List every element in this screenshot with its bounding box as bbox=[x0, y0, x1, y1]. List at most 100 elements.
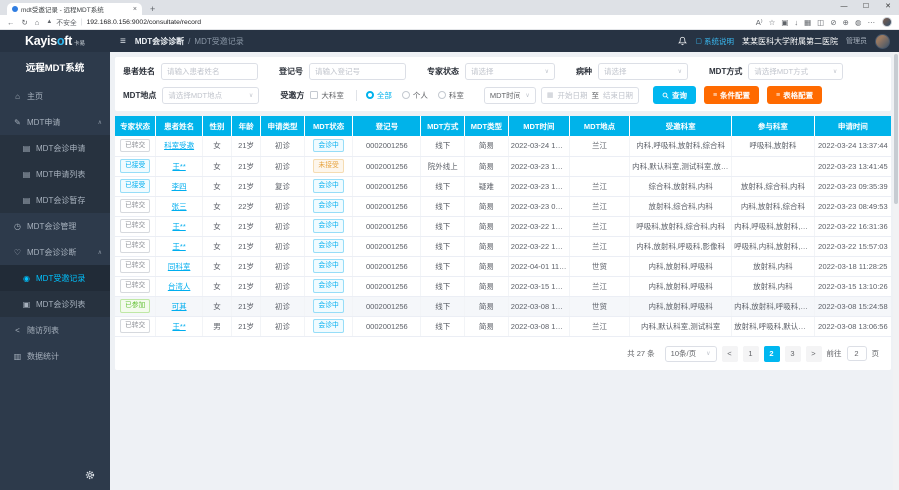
patient-name-link[interactable]: 王** bbox=[172, 322, 185, 331]
disease-label: 病种 bbox=[576, 66, 592, 77]
goto-page-input[interactable] bbox=[847, 346, 867, 361]
sidebar-item-home[interactable]: ⌂主页 bbox=[0, 83, 110, 109]
sidebar-item-mdt-apply[interactable]: ✎MDT申请∧ bbox=[0, 109, 110, 135]
table-row[interactable]: 已接受王**女21岁初诊未接受0002001256院外线上简易2022-03-2… bbox=[115, 156, 891, 176]
sidebar-item-mdt-consult-apply[interactable]: ▤MDT会诊申请 bbox=[0, 135, 110, 161]
table-row[interactable]: 已转交王**女21岁初诊会诊中0002001256线下简易2022-03-22 … bbox=[115, 216, 891, 236]
address-bar[interactable]: ▲ 不安全 | 192.168.0.156:9002/consultate/re… bbox=[46, 17, 748, 27]
form-icon: ▤ bbox=[22, 144, 31, 153]
radio-personal-label[interactable]: 个人 bbox=[413, 90, 428, 101]
read-aloud-icon[interactable]: A⁾ bbox=[756, 18, 763, 27]
home-icon[interactable]: ⌂ bbox=[35, 18, 40, 27]
page-button-2[interactable]: 2 bbox=[764, 346, 780, 362]
table-row[interactable]: 已接受李四女21岁复诊会诊中0002001256线下疑难2022-03-23 1… bbox=[115, 176, 891, 196]
expert-status-select[interactable]: 请选择 ∨ bbox=[465, 63, 555, 80]
radio-all[interactable] bbox=[366, 91, 374, 99]
patient-name-link[interactable]: 张三 bbox=[172, 202, 187, 211]
sidebar-item-mdt-consult-manage[interactable]: ◷MDT会诊管理 bbox=[0, 213, 110, 239]
radio-personal[interactable] bbox=[402, 91, 410, 99]
prev-page-button[interactable]: < bbox=[722, 346, 738, 362]
collapse-sidebar-icon[interactable]: ≡ bbox=[120, 36, 126, 47]
expert-status-label: 专家状态 bbox=[427, 66, 459, 77]
refresh-icon[interactable]: ↻ bbox=[22, 18, 28, 27]
radio-dept[interactable] bbox=[438, 91, 446, 99]
sidebar-item-mdt-apply-list[interactable]: ▤MDT申请列表 bbox=[0, 161, 110, 187]
table-row[interactable]: 已转交王**女21岁初诊会诊中0002001256线下简易2022-03-22 … bbox=[115, 236, 891, 256]
patient-name-input[interactable] bbox=[161, 63, 258, 80]
radio-all-label[interactable]: 全部 bbox=[377, 90, 392, 101]
downloads-icon[interactable]: ↓ bbox=[794, 18, 798, 27]
share-icon: < bbox=[13, 326, 22, 335]
url-text: 192.168.0.156:9002/consultate/record bbox=[87, 19, 202, 26]
patient-name-link[interactable]: 可其 bbox=[172, 302, 187, 311]
patient-name-link[interactable]: 台湾人 bbox=[168, 282, 191, 291]
scrollbar-thumb[interactable] bbox=[894, 54, 898, 204]
time-field-select[interactable]: MDT时间 ∨ bbox=[484, 87, 536, 104]
expert-status-badge: 已参加 bbox=[120, 299, 150, 312]
radio-dept-label[interactable]: 科室 bbox=[449, 90, 464, 101]
table-row[interactable]: 已转交台湾人女21岁初诊会诊中0002001256线下简易2022-03-15 … bbox=[115, 276, 891, 296]
patient-name-link[interactable]: 李四 bbox=[172, 182, 187, 191]
mdt-status-badge: 会诊中 bbox=[313, 139, 343, 152]
date-range-picker[interactable]: ▦ 开始日期 至 结束日期 bbox=[541, 87, 639, 104]
back-icon[interactable]: ← bbox=[7, 18, 15, 27]
table-header-row: 专家状态患者姓名性别年龄申请类型MDT状态登记号MDT方式MDT类型MDT时间M… bbox=[115, 116, 891, 136]
minimize-button[interactable]: — bbox=[833, 0, 855, 14]
gear-icon[interactable] bbox=[85, 467, 95, 485]
collections-icon[interactable]: ▣ bbox=[781, 18, 788, 27]
sidebar-item-mdt-consult-list[interactable]: ▣MDT会诊列表 bbox=[0, 291, 110, 317]
browser-tab[interactable]: mdt受邀记录 - 远程MDT系统 × bbox=[7, 3, 142, 15]
new-tab-button[interactable]: + bbox=[150, 4, 155, 14]
globe-icon[interactable]: ◍ bbox=[855, 18, 862, 27]
sidebar-item-mdt-consult-draft[interactable]: ▤MDT会诊暂存 bbox=[0, 187, 110, 213]
split-screen-icon[interactable]: ◫ bbox=[817, 18, 824, 27]
mdt-mode-select[interactable]: 请选择MDT方式 ∨ bbox=[748, 63, 843, 80]
page-button-3[interactable]: 3 bbox=[785, 346, 801, 362]
patient-name-link[interactable]: 王** bbox=[172, 242, 185, 251]
page-button-1[interactable]: 1 bbox=[743, 346, 759, 362]
page-size-select[interactable]: 10条/页 ∨ bbox=[665, 346, 717, 362]
window-controls: — ☐ ✕ bbox=[833, 0, 899, 14]
bell-icon[interactable] bbox=[678, 36, 687, 46]
apps-icon[interactable]: ▦ bbox=[804, 18, 811, 27]
close-button[interactable]: ✕ bbox=[877, 0, 899, 14]
disease-select[interactable]: 请选择 ∨ bbox=[598, 63, 688, 80]
patient-name-link[interactable]: 王** bbox=[172, 162, 185, 171]
browser-toolbar: A⁾ ☆ ▣ ↓ ▦ ◫ ⊘ ⊕ ◍ ⋯ bbox=[756, 18, 875, 27]
breadcrumb-parent[interactable]: MDT会诊诊断 bbox=[135, 36, 184, 47]
inprivate-icon[interactable]: ⊘ bbox=[830, 18, 836, 27]
condition-config-button[interactable]: ≡ 条件配置 bbox=[704, 86, 759, 104]
edit-icon: ✎ bbox=[13, 118, 22, 127]
big-dept-checkbox[interactable] bbox=[310, 91, 318, 99]
tab-close-icon[interactable]: × bbox=[133, 6, 137, 13]
sidebar-item-follow-up-list[interactable]: <随访列表 bbox=[0, 317, 110, 343]
table-row[interactable]: 已转交王**男21岁初诊会诊中0002001256线下简易2022-03-08 … bbox=[115, 316, 891, 336]
patient-name-link[interactable]: 科室受邀 bbox=[164, 141, 194, 150]
table-row[interactable]: 已转交科室受邀女21岁初诊会诊中0002001256线下简易2022-03-24… bbox=[115, 136, 891, 156]
table-config-button[interactable]: ≡ 表格配置 bbox=[767, 86, 822, 104]
user-avatar[interactable] bbox=[875, 34, 890, 49]
page-scrollbar[interactable] bbox=[893, 52, 899, 490]
sidebar-item-mdt-consult-diagnosis[interactable]: ♡MDT会诊诊断∧ bbox=[0, 239, 110, 265]
extensions-icon[interactable]: ⊕ bbox=[843, 18, 849, 27]
system-help-link[interactable]: ▢ 系统说明 bbox=[695, 36, 734, 47]
next-page-button[interactable]: > bbox=[806, 346, 822, 362]
sidebar-item-statistics[interactable]: ▥数据统计 bbox=[0, 343, 110, 369]
heart-icon: ♡ bbox=[13, 248, 22, 257]
search-button[interactable]: 查询 bbox=[653, 86, 696, 104]
column-header: 受邀科室 bbox=[630, 116, 732, 136]
table-row[interactable]: 已转交同科室女21岁初诊会诊中0002001256线下简易2022-04-01 … bbox=[115, 256, 891, 276]
favorites-icon[interactable]: ☆ bbox=[769, 18, 776, 27]
sidebar-item-mdt-invited-records[interactable]: ◉MDT受邀记录 bbox=[0, 265, 110, 291]
maximize-button[interactable]: ☐ bbox=[855, 0, 877, 14]
table-row[interactable]: 已转交张三女22岁初诊会诊中0002001256线下简易2022-03-23 0… bbox=[115, 196, 891, 216]
expert-status-badge: 已转交 bbox=[120, 279, 150, 292]
patient-name-link[interactable]: 同科室 bbox=[168, 262, 191, 271]
table-row[interactable]: 已参加可其女21岁初诊会诊中0002001256线下简易2022-03-08 1… bbox=[115, 296, 891, 316]
reg-no-input[interactable] bbox=[309, 63, 406, 80]
hospital-name: 某某医科大学附属第二医院 bbox=[742, 36, 838, 47]
patient-name-link[interactable]: 王** bbox=[172, 222, 185, 231]
more-icon[interactable]: ⋯ bbox=[868, 18, 876, 27]
browser-profile-avatar[interactable] bbox=[882, 17, 892, 27]
mdt-place-select[interactable]: 请选择MDT地点 ∨ bbox=[162, 87, 259, 104]
